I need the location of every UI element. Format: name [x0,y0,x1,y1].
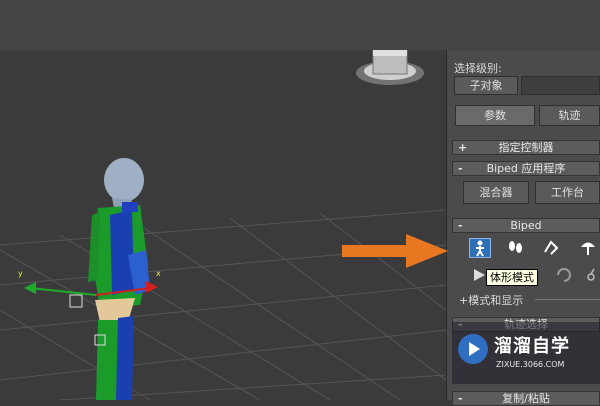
footstep-mode-button[interactable] [505,238,527,258]
sub-object-button[interactable]: 子对象 [454,76,518,95]
svg-text:y: y [18,269,23,278]
rollout-biped[interactable]: - Biped [452,218,600,233]
mixer-mode-icon [581,242,595,255]
rollout-assign-controller[interactable]: + 指定控制器 [452,140,600,155]
divider [535,299,600,300]
watermark-subtitle: ZIXUE.3066.COM [496,360,565,369]
viewcube-icon[interactable] [356,50,424,85]
refresh-button[interactable] [554,266,576,286]
mixer-mode-button[interactable] [578,238,600,258]
tab-trajectories[interactable]: 轨迹 [539,105,600,126]
tool-button[interactable] [582,266,600,286]
rollout-title: 复制/粘贴 [502,392,550,405]
figure-mode-button[interactable] [469,238,491,258]
watermark-logo-icon [458,334,488,364]
selection-level-label: 选择级别: [454,62,502,75]
watermark: 溜溜自学 ZIXUE.3066.COM [452,322,600,384]
perspective-viewport[interactable]: x y [0,50,446,400]
mode-display-label[interactable]: +模式和显示 [459,292,523,308]
rollout-copy-paste[interactable]: - 复制/粘贴 [452,391,600,406]
biped-figure[interactable] [88,158,150,400]
watermark-title: 溜溜自学 [494,336,570,357]
figure-mode-icon [476,240,484,257]
motion-flow-button[interactable] [541,238,563,258]
sub-object-dropdown[interactable] [521,76,600,95]
rollout-title: 指定控制器 [498,141,554,154]
motion-flow-icon [544,240,559,255]
tab-parameters[interactable]: 参数 [455,105,535,126]
footstep-mode-icon [509,241,522,253]
top-toolbar [0,0,600,50]
rollout-title: Biped [510,219,542,232]
workbench-button[interactable]: 工作台 [535,181,600,204]
orange-arrow-icon [342,234,448,268]
rollout-biped-apps[interactable]: - Biped 应用程序 [452,161,600,176]
key-icon [587,268,595,281]
tooltip: 体形模式 [486,269,538,286]
mixer-button[interactable]: 混合器 [463,181,529,204]
rollout-title: Biped 应用程序 [486,162,566,175]
play-logo-icon [469,342,480,356]
refresh-icon [557,268,571,282]
svg-text:x: x [156,269,161,278]
scene-render: x y [0,50,446,400]
